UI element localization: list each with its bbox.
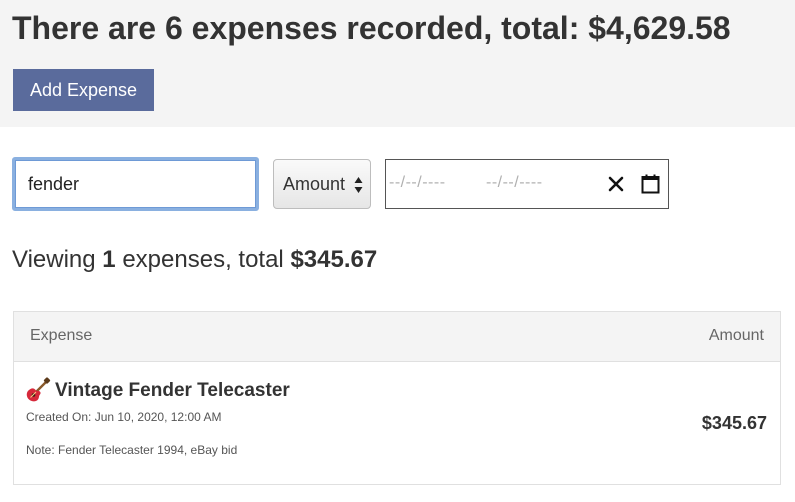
- viewing-middle: expenses, total: [122, 246, 284, 273]
- clear-dates-icon[interactable]: [607, 175, 625, 193]
- search-input[interactable]: [12, 157, 259, 211]
- column-header-amount: Amount: [708, 327, 764, 344]
- table-header: Expense Amount: [14, 312, 780, 362]
- date-range-picker[interactable]: --/--/---- --/--/----: [385, 159, 669, 209]
- summary-count: 6: [164, 10, 183, 46]
- viewing-prefix: Viewing: [12, 246, 96, 273]
- expense-table: Expense Amount Vintage Fender Telecaster…: [13, 311, 781, 485]
- filtered-summary: Viewing 1 expenses, total $345.67: [12, 245, 377, 275]
- viewing-total: $345.67: [290, 246, 378, 273]
- expense-amount: $345.67: [701, 413, 767, 433]
- sort-by-value: Amount: [283, 173, 346, 194]
- guitar-icon: [26, 377, 51, 402]
- expense-note: Note: Fender Telecaster 1994, eBay bid: [26, 443, 238, 457]
- calendar-icon[interactable]: [641, 174, 660, 194]
- summary-header: There are 6 expenses recorded, total: $4…: [0, 0, 795, 127]
- start-date-input[interactable]: --/--/----: [389, 174, 446, 192]
- end-date-input[interactable]: --/--/----: [486, 174, 543, 192]
- select-arrows-icon: [354, 177, 363, 193]
- add-expense-button[interactable]: Add Expense: [13, 69, 154, 111]
- viewing-count: 1: [102, 246, 116, 273]
- table-row[interactable]: Vintage Fender Telecaster Created On: Ju…: [14, 362, 780, 484]
- column-header-expense: Expense: [30, 327, 93, 344]
- expense-created-on: Created On: Jun 10, 2020, 12:00 AM: [26, 410, 222, 424]
- summary-total: $4,629.58: [588, 10, 731, 46]
- summary-prefix: There are: [12, 10, 157, 46]
- sort-by-select[interactable]: Amount: [273, 159, 371, 209]
- expense-name: Vintage Fender Telecaster: [55, 380, 290, 401]
- expenses-summary: There are 6 expenses recorded, total: $4…: [12, 8, 731, 48]
- summary-middle: expenses recorded, total:: [191, 10, 580, 46]
